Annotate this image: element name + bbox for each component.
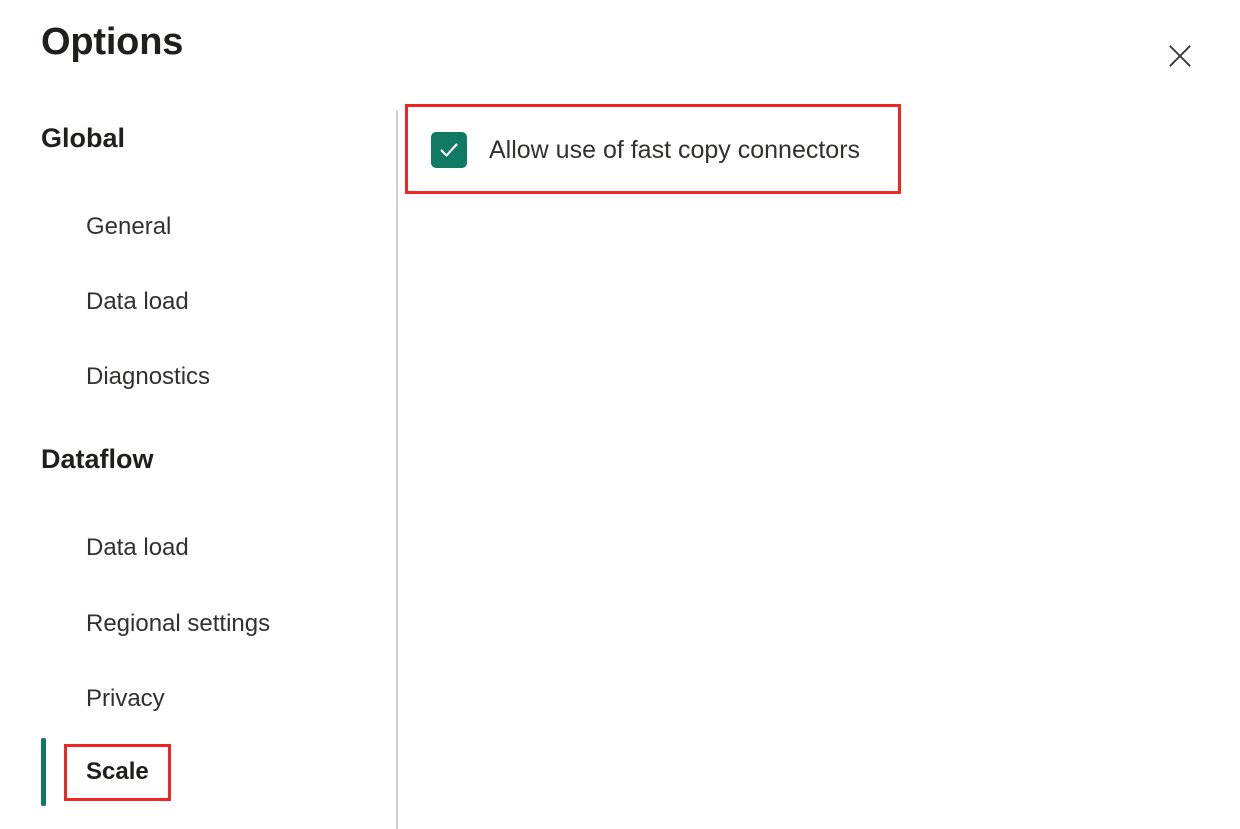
sidebar-item-label: Data load xyxy=(86,536,189,560)
nav-group-title-dataflow: Dataflow xyxy=(41,443,154,475)
options-sidebar: Global General Data load Diagnostics Dat… xyxy=(0,104,396,829)
fast-copy-connectors-checkbox[interactable] xyxy=(431,132,467,168)
page-title: Options xyxy=(41,21,183,65)
sidebar-item-global-data-load[interactable]: Data load xyxy=(64,279,211,325)
close-icon-button[interactable] xyxy=(1160,36,1200,76)
sidebar-item-general[interactable]: General xyxy=(64,204,193,250)
sidebar-item-label: Data load xyxy=(86,290,189,314)
sidebar-item-scale[interactable]: Scale xyxy=(64,749,171,795)
sidebar-item-privacy[interactable]: Privacy xyxy=(64,676,187,722)
fast-copy-connectors-label: Allow use of fast copy connectors xyxy=(489,138,860,163)
sidebar-item-label: Diagnostics xyxy=(86,365,210,389)
fast-copy-connectors-checkbox-row[interactable]: Allow use of fast copy connectors xyxy=(431,132,860,168)
close-icon xyxy=(1167,43,1193,69)
sidebar-item-label: Regional settings xyxy=(86,612,270,636)
sidebar-item-diagnostics[interactable]: Diagnostics xyxy=(64,354,232,400)
selected-item-indicator xyxy=(41,738,46,806)
nav-group-title-global: Global xyxy=(41,122,125,154)
sidebar-item-label: General xyxy=(86,215,171,239)
sidebar-item-regional-settings[interactable]: Regional settings xyxy=(64,601,292,647)
options-content-pane: Allow use of fast copy connectors xyxy=(397,104,1240,829)
options-dialog: Options Global General Data load Diagnos… xyxy=(0,0,1240,829)
checkmark-icon xyxy=(437,138,461,162)
sidebar-item-dataflow-data-load[interactable]: Data load xyxy=(64,525,211,571)
sidebar-item-label: Privacy xyxy=(86,687,165,711)
sidebar-item-label: Scale xyxy=(86,760,149,784)
